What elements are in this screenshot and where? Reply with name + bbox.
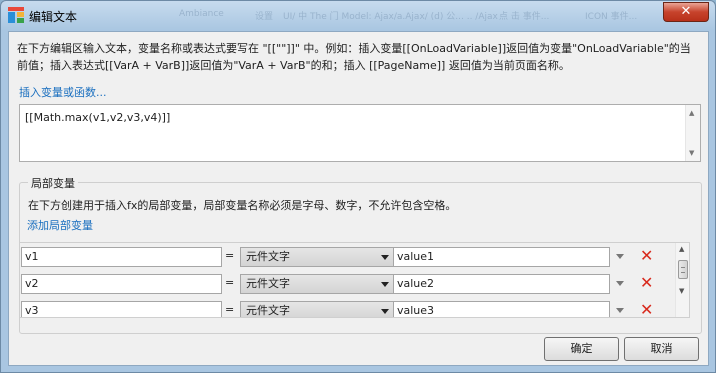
- insert-variable-link[interactable]: 插入变量或函数...: [19, 84, 107, 100]
- scroll-down-icon[interactable]: ▼: [679, 287, 684, 295]
- title-bar[interactable]: 编辑文本 Ambiance 设置 UI/ 中 The 门 Model: Ajax…: [1, 1, 715, 31]
- chevron-down-icon[interactable]: [616, 281, 624, 286]
- variable-name-input[interactable]: v2: [21, 274, 222, 294]
- scroll-down-icon[interactable]: ▼: [689, 149, 694, 157]
- ok-button[interactable]: 确定: [544, 337, 619, 361]
- chevron-down-icon: [381, 282, 389, 287]
- dialog-body: 在下方编辑区输入文本，变量名称或表达式要写在 "[[""]]" 中。例如：插入变…: [8, 31, 709, 366]
- background-ghost-text: ICON 事件...: [585, 12, 638, 22]
- variable-value-input[interactable]: value1: [393, 247, 610, 267]
- chevron-down-icon: [381, 255, 389, 260]
- app-icon: [8, 7, 24, 23]
- chevron-down-icon[interactable]: [616, 254, 624, 259]
- add-local-variable-link[interactable]: 添加局部变量: [27, 217, 93, 233]
- variable-row: v2 = 元件文字 value2 ✕: [20, 272, 675, 294]
- variable-name-input[interactable]: v3: [21, 301, 222, 317]
- expression-text: [[Math.max(v1,v2,v3,v4)]]: [25, 111, 171, 124]
- variable-type-value: 元件文字: [246, 277, 290, 290]
- equals-sign: =: [225, 249, 235, 262]
- variable-type-value: 元件文字: [246, 250, 290, 263]
- scroll-up-icon[interactable]: ▲: [689, 109, 694, 117]
- variable-type-value: 元件文字: [246, 304, 290, 317]
- variables-scrollbar[interactable]: ▲ ▼: [675, 243, 689, 317]
- variable-type-select[interactable]: 元件文字: [240, 301, 394, 317]
- delete-variable-icon[interactable]: ✕: [640, 246, 653, 265]
- cancel-button[interactable]: 取消: [624, 337, 699, 361]
- background-ghost-text: 点 击 事件...: [499, 12, 550, 22]
- variable-value-input[interactable]: value3: [393, 301, 610, 317]
- edit-text-dialog: 编辑文本 Ambiance 设置 UI/ 中 The 门 Model: Ajax…: [0, 0, 716, 373]
- local-variables-list: v1 = 元件文字 value1 ✕ v2 = 元件文字 value2 ✕ v3…: [19, 242, 690, 318]
- variable-type-select[interactable]: 元件文字: [240, 247, 394, 267]
- editor-scrollbar[interactable]: ▲ ▼: [685, 105, 700, 161]
- variable-row: v3 = 元件文字 value3 ✕: [20, 299, 675, 317]
- group-title: 局部变量: [28, 175, 78, 191]
- scroll-thumb[interactable]: [678, 260, 688, 279]
- expression-editor[interactable]: [[Math.max(v1,v2,v3,v4)]] ▲ ▼: [19, 104, 701, 162]
- background-ghost-text: UI/ 中 The 门 Model: Ajax/a.Ajax/ (d) 公...…: [283, 12, 498, 22]
- equals-sign: =: [225, 276, 235, 289]
- background-ghost-text: 设置: [255, 12, 274, 22]
- chevron-down-icon[interactable]: [616, 308, 624, 313]
- dialog-title: 编辑文本: [29, 10, 78, 24]
- instructions-text: 在下方编辑区输入文本，变量名称或表达式要写在 "[[""]]" 中。例如：插入变…: [17, 42, 691, 72]
- equals-sign: =: [225, 303, 235, 316]
- variable-row: v1 = 元件文字 value1 ✕: [20, 245, 675, 267]
- delete-variable-icon[interactable]: ✕: [640, 273, 653, 292]
- variable-value-input[interactable]: value2: [393, 274, 610, 294]
- variable-name-input[interactable]: v1: [21, 247, 222, 267]
- delete-variable-icon[interactable]: ✕: [640, 300, 653, 317]
- scroll-up-icon[interactable]: ▲: [679, 245, 684, 253]
- background-ghost-text: Ambiance: [179, 9, 224, 19]
- chevron-down-icon: [381, 309, 389, 314]
- variable-type-select[interactable]: 元件文字: [240, 274, 394, 294]
- local-variables-description: 在下方创建用于插入fx的局部变量，局部变量名称必须是字母、数字，不允许包含空格。: [28, 199, 457, 212]
- close-button[interactable]: ✕: [663, 2, 709, 22]
- close-icon: ✕: [680, 4, 692, 19]
